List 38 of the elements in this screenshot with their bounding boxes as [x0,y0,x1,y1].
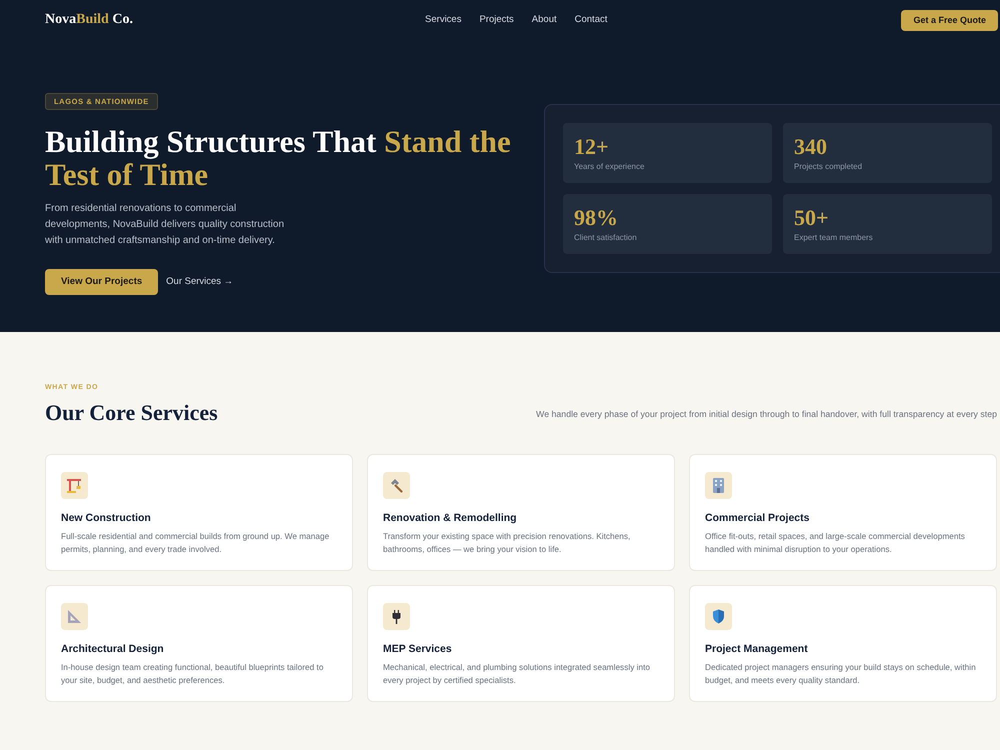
card-description: Mechanical, electrical, and plumbing solutions integrated seamlessly into every project by certified specialists. [383,661,652,688]
hero-description: From residential renovations to commercial developments, NovaBuild delivers quality construction with unmatched craftsmanship and on-time delivery. [45,202,286,248]
services-link[interactable]: Our Services → [166,274,234,290]
section-intro: We handle every phase of your project from initial design through to final handover, with full transparency at every step [536,408,997,422]
stat-value: 50+ [794,207,829,229]
set-square-icon [61,602,88,630]
shield-icon [705,602,732,630]
card-description: Full-scale residential and commercial builds from ground up. We manage permits, planning, and every trade involved. [61,530,330,556]
stat-value: 12+ [574,136,609,158]
card-title: Renovation & Remodelling [383,512,518,524]
logo[interactable]: NovaBuild Co. [45,13,133,27]
view-projects-button[interactable]: View Our Projects [45,269,158,295]
nav-link[interactable]: Contact [574,12,608,28]
hero-headline: Building Structures That Stand the Test of Time [45,125,512,191]
hammer-icon [383,472,410,498]
crane-icon [61,472,88,498]
stat-label: Expert team members [794,232,873,244]
card-title: Project Management [705,642,809,656]
nav-link[interactable]: About [532,12,557,28]
stat-value: 340 [794,136,827,158]
card-title: Commercial Projects [705,512,810,524]
card-description: Dedicated project managers ensuring your build stays on schedule, within budget, and meets every quality standard. [705,661,977,688]
stat-label: Years of experience [574,161,644,173]
nav-link[interactable]: Projects [479,12,514,28]
nav-link[interactable]: Services [425,12,462,28]
card-description: Transform your existing space with precision renovations. Kitchens, bathrooms, offices — we bring your vision to life. [383,530,632,556]
office-building-icon [705,472,732,498]
plug-icon [383,602,410,630]
stat-label: Client satisfaction [574,232,637,244]
card-description: Office fit-outs, retail spaces, and large-scale commercial developments handled with minimal disruption to your operations. [705,530,966,556]
card-title: New Construction [61,512,152,524]
quote-button[interactable]: Get a Free Quote [901,10,998,30]
card-title: Architectural Design [61,642,165,656]
card-title: MEP Services [383,642,453,656]
stat-label: Projects completed [794,161,862,173]
stat-value: 98% [574,207,618,229]
section-title: Our Core Services [45,400,218,426]
card-description: In-house design team creating functional, beautiful blueprints tailored to your site, budget, and aesthetic preferences. [61,661,324,688]
